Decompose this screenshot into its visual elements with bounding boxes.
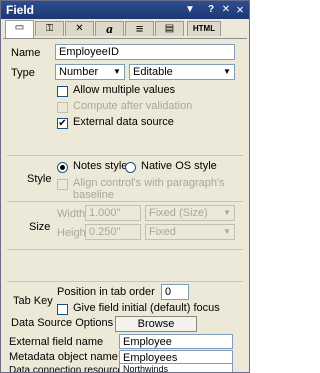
allow-multiple-label: Allow multiple values — [73, 84, 176, 96]
tab-advanced[interactable]: ✕ — [65, 21, 94, 36]
initial-focus-label: Give field initial (default) focus — [73, 302, 220, 314]
metadata-label: Metadata object name — [9, 351, 118, 363]
empty-section — [7, 249, 243, 278]
name-label: Name — [11, 47, 41, 59]
tab-font[interactable]: a — [95, 21, 124, 36]
window-title: Field — [6, 3, 35, 17]
width-field — [85, 205, 141, 221]
external-data-label: External data source — [73, 116, 174, 128]
connection-label: Data connection resource — [9, 365, 123, 373]
style-label: Style — [27, 173, 52, 185]
basics-section: Name Type Number ▼ Editable ▼ Allow mult… — [7, 39, 243, 149]
external-field-label: External field name — [9, 336, 104, 348]
type-value: Number — [59, 66, 99, 78]
title-bar[interactable]: Field ▼ ? ✕ × — [1, 1, 249, 19]
initial-focus-checkbox[interactable] — [57, 304, 68, 315]
browse-button[interactable]: Browse — [115, 316, 197, 332]
type-dropdown[interactable]: Number ▼ — [55, 64, 125, 80]
editable-value: Editable — [133, 66, 173, 78]
name-field[interactable] — [55, 44, 235, 60]
width-mode-dropdown: Fixed (Size) ▼ — [145, 205, 235, 221]
width-label: Width — [57, 208, 86, 220]
tab-control[interactable]: ⚿ — [35, 21, 64, 36]
chevron-down-icon: ▼ — [223, 227, 231, 236]
data-source-options-label: Data Source Options — [11, 317, 114, 329]
menu-dropdown-icon[interactable]: ▼ — [184, 3, 196, 16]
notes-style-radio[interactable] — [57, 162, 68, 173]
height-mode-dropdown: Fixed ▼ — [145, 224, 235, 240]
tab-html[interactable]: HTML — [187, 21, 221, 36]
html-icon: HTML — [192, 24, 216, 33]
width-mode-value: Fixed (Size) — [149, 207, 208, 219]
native-style-label: Native OS style — [141, 160, 217, 172]
notes-style-label: Notes style — [73, 160, 128, 172]
allow-multiple-checkbox[interactable] — [57, 86, 68, 97]
editable-dropdown[interactable]: Editable ▼ — [129, 64, 235, 80]
property-tabs: ▭ ⚿ ✕ a ≡ ▤ HTML — [3, 20, 247, 39]
align-baseline-label: Align control's with paragraph's baselin… — [73, 177, 225, 201]
tab-paragraph[interactable]: ≡ — [125, 21, 154, 36]
chevron-down-icon: ▼ — [113, 67, 121, 76]
field-properties-window: Field ▼ ? ✕ × ▭ ⚿ ✕ a ≡ ▤ HTML Name Type… — [0, 0, 250, 373]
help-icon[interactable]: ? — [205, 3, 217, 16]
height-field — [85, 224, 141, 240]
tools-icon: ✕ — [75, 23, 84, 34]
font-icon: a — [106, 21, 113, 36]
height-mode-value: Fixed — [149, 226, 176, 238]
external-data-checkbox[interactable]: ✔ — [57, 118, 68, 129]
border-icon: ▤ — [164, 23, 175, 34]
tab-border[interactable]: ▤ — [155, 21, 184, 36]
tab-order-label: Position in tab order — [57, 286, 155, 298]
native-style-radio[interactable] — [125, 162, 136, 173]
chevron-down-icon: ▼ — [223, 67, 231, 76]
external-field-input[interactable] — [119, 334, 233, 349]
style-section: Style Notes style Native OS style Align … — [7, 155, 243, 201]
tab-key-section: Tab Key Position in tab order Give field… — [7, 281, 243, 318]
size-label: Size — [29, 221, 51, 233]
key-icon: ⚿ — [45, 23, 54, 34]
minimize-icon[interactable]: ✕ — [220, 3, 232, 16]
connection-input[interactable] — [119, 363, 233, 372]
tab-field-info[interactable]: ▭ — [5, 20, 34, 38]
tab-order-field[interactable] — [161, 284, 189, 300]
compute-after-checkbox — [57, 102, 68, 113]
paragraph-icon: ≡ — [135, 21, 144, 36]
properties-panel: Name Type Number ▼ Editable ▼ Allow mult… — [3, 39, 247, 372]
align-baseline-checkbox — [57, 179, 68, 190]
chevron-down-icon: ▼ — [223, 208, 231, 217]
type-label: Type — [11, 67, 35, 79]
compute-after-label: Compute after validation — [73, 100, 193, 112]
field-info-icon: ▭ — [14, 22, 25, 33]
size-section: Size Width Fixed (Size) ▼ Height Fixed ▼ — [7, 201, 243, 246]
tab-key-label: Tab Key — [13, 295, 53, 307]
close-icon[interactable]: × — [234, 3, 246, 16]
